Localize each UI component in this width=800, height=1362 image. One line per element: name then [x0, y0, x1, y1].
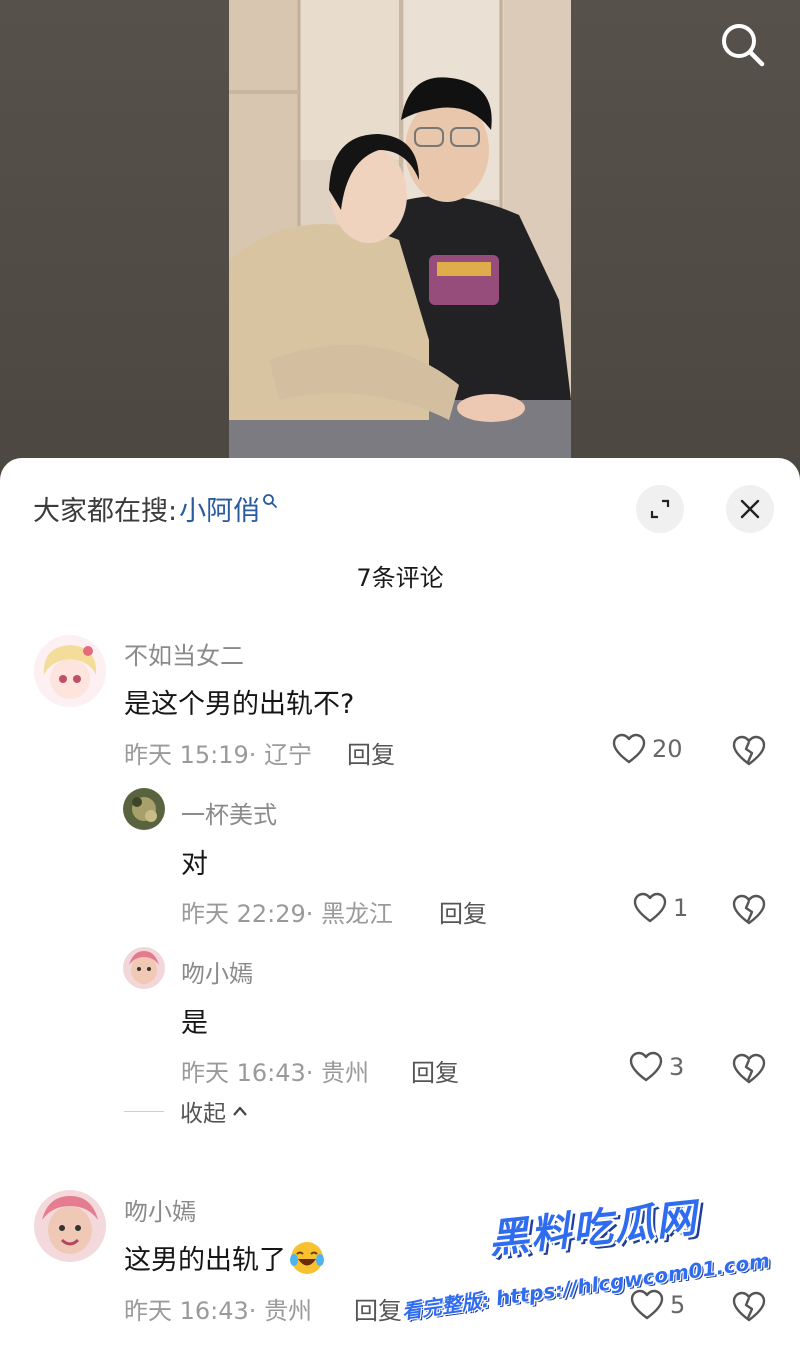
comment-count: 7条评论 [356, 564, 444, 592]
broken-heart-icon[interactable] [732, 893, 766, 927]
expand-button[interactable] [636, 485, 684, 533]
meta-separator: · [305, 900, 322, 928]
comment-location: 辽宁 [264, 741, 313, 769]
heart-icon [630, 1289, 664, 1320]
avatar-photo [123, 788, 165, 830]
like-count: 1 [673, 894, 689, 922]
hot-search-prefix: 大家都在搜: [33, 495, 178, 527]
meta-separator: · [248, 741, 265, 769]
heart-icon [629, 1051, 663, 1082]
reply-button[interactable]: 回复 [347, 735, 395, 770]
comment-text-row: 这男的出轨了 [124, 1238, 325, 1277]
hot-search-keyword[interactable]: 小阿俏 [179, 489, 260, 528]
divider [124, 1110, 164, 1112]
comment-username[interactable]: 吻小嫣 [181, 954, 253, 989]
like-button[interactable]: 20 [612, 733, 683, 765]
video-player[interactable] [0, 0, 800, 480]
comment-location: 黑龙江 [321, 900, 394, 928]
close-button[interactable] [726, 485, 774, 533]
video-scene [229, 0, 571, 458]
like-count: 5 [670, 1291, 686, 1319]
like-count: 20 [652, 735, 683, 763]
comment-username[interactable]: 不如当女二 [124, 636, 244, 671]
avatar-cartoon-girl [34, 635, 106, 707]
sheet-header: 大家都在搜: 小阿俏 [0, 458, 800, 558]
collapse-replies-button[interactable]: 收起 [124, 1094, 248, 1128]
avatar-photo [34, 1190, 106, 1262]
comment-text: 是这个男的出轨不? [124, 689, 355, 720]
comment-text: 这男的出轨了 [124, 1245, 286, 1276]
meta-separator: · [305, 1059, 322, 1087]
chevron-up-icon [233, 1106, 247, 1116]
like-button[interactable]: 3 [629, 1051, 684, 1083]
broken-heart-icon[interactable] [732, 1052, 766, 1086]
comment-meta: 昨天 22:29· 黑龙江 [181, 894, 393, 929]
expand-icon [650, 499, 670, 519]
meta-separator: · [248, 1297, 265, 1325]
hot-search-bar[interactable]: 大家都在搜: 小阿俏 [33, 488, 278, 528]
broken-heart-icon[interactable] [732, 1290, 766, 1324]
avatar[interactable] [123, 788, 165, 830]
comment-meta: 昨天 15:19· 辽宁 [124, 735, 312, 770]
heart-icon [633, 892, 667, 923]
comment-location: 贵州 [264, 1297, 313, 1325]
keyword-search-icon [263, 494, 278, 508]
close-icon [740, 499, 760, 519]
comment-time: 昨天 16:43 [181, 1059, 306, 1087]
laughing-crying-emoji-icon [290, 1241, 324, 1274]
comment-text: 对 [181, 849, 208, 880]
collapse-label: 收起 [180, 1101, 226, 1127]
like-button[interactable]: 1 [633, 892, 688, 924]
like-button[interactable]: 5 [630, 1289, 685, 1321]
search-button[interactable] [716, 18, 770, 72]
reply-button[interactable]: 回复 [411, 1053, 459, 1088]
comment-meta: 昨天 16:43· 贵州 [181, 1053, 369, 1088]
comment-location: 贵州 [321, 1059, 370, 1087]
video-frame[interactable] [229, 0, 571, 458]
comment-text: 是 [181, 1008, 208, 1039]
avatar-photo [123, 947, 165, 989]
heart-icon [612, 733, 646, 764]
broken-heart-icon[interactable] [732, 734, 766, 768]
comment-time: 昨天 15:19 [124, 741, 249, 769]
comment-time: 昨天 22:29 [181, 900, 306, 928]
comment-time: 昨天 16:43 [124, 1297, 249, 1325]
avatar[interactable] [34, 635, 106, 707]
like-count: 3 [669, 1053, 685, 1081]
avatar[interactable] [123, 947, 165, 989]
avatar[interactable] [34, 1190, 106, 1262]
search-icon [722, 24, 765, 67]
comment-username[interactable]: 一杯美式 [181, 795, 277, 830]
comment-meta: 昨天 16:43· 贵州 [124, 1291, 312, 1326]
comment-username[interactable]: 吻小嫣 [124, 1192, 196, 1227]
reply-button[interactable]: 回复 [354, 1291, 402, 1326]
reply-button[interactable]: 回复 [439, 894, 487, 929]
